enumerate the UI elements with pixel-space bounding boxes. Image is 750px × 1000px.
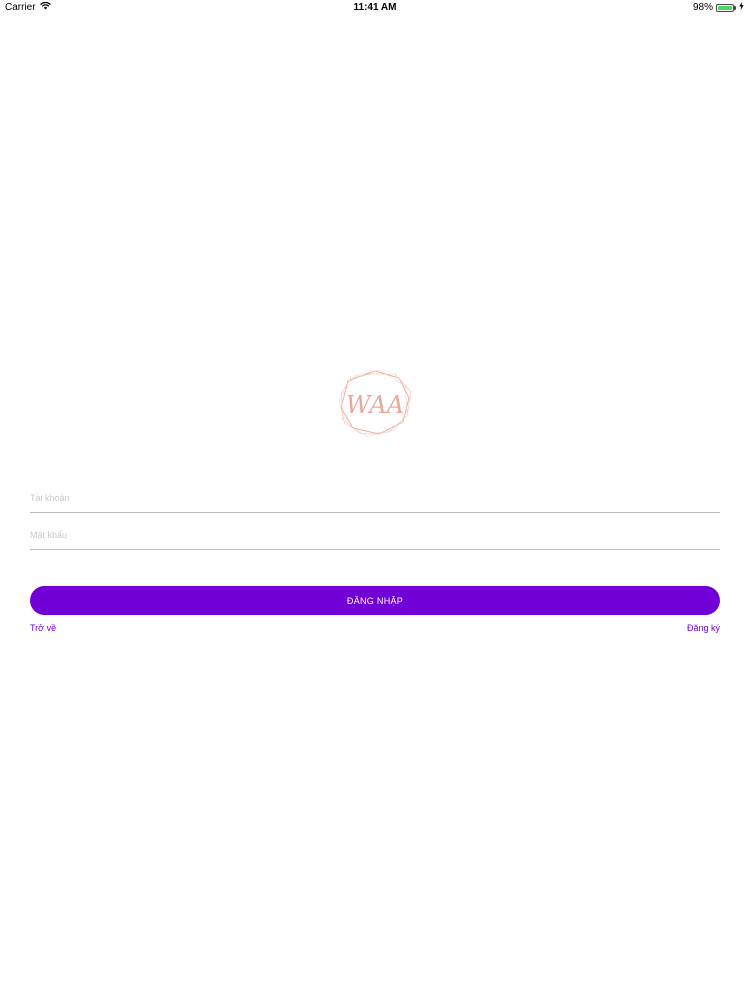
logo-emblem-icon: WAA: [338, 369, 412, 437]
password-input[interactable]: [30, 521, 720, 549]
status-bar: Carrier 11:41 AM 98%: [0, 0, 750, 16]
back-link[interactable]: Trở về: [30, 623, 56, 633]
status-time: 11:41 AM: [353, 2, 397, 13]
username-field[interactable]: [30, 484, 720, 513]
login-button[interactable]: ĐĂNG NHẬP: [30, 586, 720, 615]
status-right: 98%: [693, 2, 744, 13]
logo-text: WAA: [346, 391, 404, 419]
register-link[interactable]: Đăng ký: [687, 623, 720, 633]
battery-fill: [718, 5, 732, 10]
waa-logo: WAA: [335, 368, 415, 438]
password-field[interactable]: [30, 521, 720, 550]
username-input[interactable]: [30, 484, 720, 512]
battery-icon: [716, 3, 734, 12]
charging-icon: [739, 2, 744, 13]
battery-cap: [734, 5, 736, 10]
battery-percent: 98%: [692, 2, 713, 13]
